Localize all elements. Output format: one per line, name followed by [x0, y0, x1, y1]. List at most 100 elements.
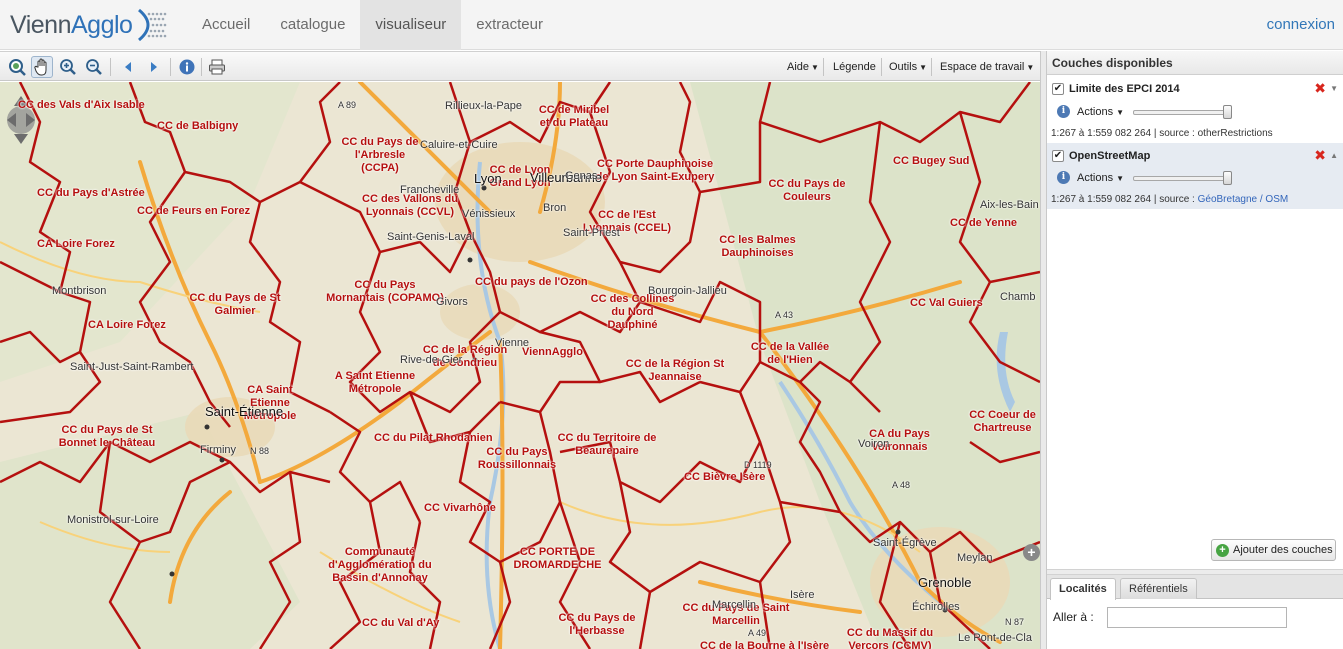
epci-label: CA Loire Forez: [37, 238, 115, 250]
map-toolbar: Aide ▼ Légende Outils ▼ Espace de travail ▼: [0, 51, 1040, 81]
epci-label: CC Bièvre Isère: [684, 471, 766, 483]
toolbar-separator: [881, 58, 882, 76]
epci-label: CC du Pays Mornantais (COPAMO): [326, 279, 444, 304]
city-label: Givors: [436, 296, 468, 308]
epci-label: CA Loire Forez: [88, 319, 166, 331]
layer-info-icon[interactable]: i: [1057, 171, 1070, 184]
epci-label: Communauté d'Agglomération du Bassin d'A…: [328, 546, 432, 584]
city-label: Vénissieux: [462, 208, 516, 220]
city-label: Marcellin: [712, 599, 757, 611]
layers-panel-title: Couches disponibles: [1047, 51, 1343, 75]
overview-toggle-icon[interactable]: +: [1023, 544, 1040, 561]
layer-item-epci: ✔ Limite des EPCI 2014 ✖ ▼ i Actions ▼ 1…: [1047, 76, 1343, 142]
epci-label: CC du Pays de Couleurs: [768, 178, 846, 203]
epci-label: CC Porte Dauphinoise de Lyon Saint-Exupe…: [595, 158, 715, 183]
add-layers-button[interactable]: + Ajouter des couches: [1211, 539, 1336, 561]
layer-actions-menu[interactable]: Actions ▼: [1077, 106, 1124, 118]
epci-label: CC du Massif du Vercors (CCMV): [846, 627, 934, 649]
layer-item-osm: ✔ OpenStreetMap ✖ ▲ i Actions ▼ 1:267 à …: [1047, 143, 1343, 209]
zoom-out-icon[interactable]: [83, 56, 105, 78]
city-label: Saint-Étienne: [205, 404, 284, 419]
road-label: D 1119: [744, 460, 772, 470]
layer-actions-menu[interactable]: Actions ▼: [1077, 172, 1124, 184]
toolbar-separator: [201, 58, 202, 76]
print-icon[interactable]: [206, 56, 228, 78]
epci-label: CC des Vals d'Aix Isable: [18, 99, 145, 111]
road-label: A 89: [338, 100, 357, 110]
epci-label: CC des Collines du Nord Dauphiné: [590, 293, 675, 331]
epci-label: CC du Pays de l'Arbresle (CCPA): [341, 136, 419, 174]
epci-label: CC du Pays de l'Herbasse: [558, 612, 636, 637]
opacity-slider-thumb[interactable]: [1223, 105, 1232, 119]
viennagglo-logo[interactable]: ViennAgglo: [10, 6, 169, 44]
epci-label: CC Val Guiers: [910, 297, 983, 309]
logo-text-part1: Vienn: [10, 10, 72, 39]
epci-label: CC du Val d'Ay: [362, 617, 440, 629]
nav-extracteur[interactable]: extracteur: [461, 0, 558, 50]
epci-label: CC de la Région St Jeannaise: [625, 358, 725, 383]
opacity-slider-thumb[interactable]: [1223, 171, 1232, 185]
city-label: Grenoble: [918, 575, 972, 590]
goto-input[interactable]: [1107, 607, 1287, 628]
legende-button[interactable]: Légende: [833, 52, 876, 82]
epci-label: CC de la Bourne à l'Isère: [700, 640, 830, 649]
city-label: Le Pont-de-Cla: [958, 632, 1032, 644]
layers-panel: Couches disponibles ✔ Limite des EPCI 20…: [1046, 51, 1343, 649]
zoom-extent-icon[interactable]: [6, 56, 28, 78]
epci-label: ViennAgglo: [522, 346, 583, 358]
layer-source-link[interactable]: GéoBretagne / OSM: [1198, 194, 1289, 205]
history-back-icon[interactable]: [117, 56, 139, 78]
espace-de-travail-menu[interactable]: Espace de travail ▼: [940, 52, 1034, 82]
bottom-tabs: Localités Référentiels: [1047, 575, 1343, 600]
epci-label: CC de Balbigny: [157, 120, 239, 132]
tab-localites[interactable]: Localités: [1050, 578, 1116, 600]
epci-label: A Saint Etienne Métropole: [334, 370, 416, 395]
epci-label: CC de Yenne: [950, 217, 1018, 229]
layer-opacity-slider[interactable]: [1133, 176, 1229, 181]
map-view[interactable]: CC des Vals d'Aix Isable CC de Balbigny …: [0, 82, 1040, 649]
epci-label: CC des Vallons du Lyonnais (CCVL): [362, 193, 458, 218]
logo-mark-icon: [138, 8, 167, 42]
layer-collapse-icon[interactable]: ▼: [1330, 84, 1338, 93]
zoom-in-icon[interactable]: [57, 56, 79, 78]
layer-name: Limite des EPCI 2014: [1069, 83, 1180, 95]
top-navigation-bar: ViennAgglo Accueil catalogue visualiseur…: [0, 0, 1343, 50]
remove-layer-icon[interactable]: ✖: [1314, 80, 1326, 97]
city-label: Saint-Genis-Laval: [387, 231, 475, 243]
info-icon[interactable]: [176, 56, 198, 78]
city-label: Chamb: [1000, 291, 1036, 303]
pan-hand-icon[interactable]: [31, 56, 53, 78]
toolbar-separator: [170, 58, 171, 76]
epci-label: CC de la Vallée de l'Hien: [750, 341, 830, 366]
road-label: A 49: [748, 628, 767, 638]
layer-name: OpenStreetMap: [1069, 150, 1151, 162]
layer-collapse-icon[interactable]: ▲: [1330, 151, 1338, 160]
city-label: Lyon: [474, 171, 502, 186]
city-label: Rillieux-la-Pape: [445, 100, 523, 112]
city-label: Voiron: [858, 438, 890, 450]
epci-label: CC de Miribel et du Plateau: [538, 104, 610, 129]
history-forward-icon[interactable]: [143, 56, 165, 78]
toolbar-separator: [110, 58, 111, 76]
layer-opacity-slider[interactable]: [1133, 110, 1229, 115]
layer-visibility-checkbox[interactable]: ✔: [1052, 150, 1064, 162]
epci-label: CC Bugey Sud: [893, 155, 970, 167]
aide-menu[interactable]: Aide ▼: [787, 52, 819, 82]
road-label: A 48: [892, 480, 911, 490]
city-label: Meylan: [957, 552, 993, 564]
epci-label: CC du Pays d'Astrée: [37, 187, 145, 199]
connexion-link[interactable]: connexion: [1267, 0, 1335, 50]
nav-catalogue[interactable]: catalogue: [265, 0, 360, 50]
city-label: Bourgoin-Jallieu: [648, 285, 727, 297]
remove-layer-icon[interactable]: ✖: [1314, 147, 1326, 164]
layer-info-icon[interactable]: i: [1057, 105, 1070, 118]
outils-menu[interactable]: Outils ▼: [889, 52, 927, 82]
logo-text-part2: Agglo: [71, 10, 133, 39]
layer-visibility-checkbox[interactable]: ✔: [1052, 83, 1064, 95]
nav-accueil[interactable]: Accueil: [187, 0, 265, 50]
city-label: Saint-Just-Saint-Rambert: [70, 361, 194, 373]
nav-visualiseur[interactable]: visualiseur: [360, 0, 462, 50]
city-label: Montbrison: [52, 285, 107, 297]
city-label: Monistrol-sur-Loire: [67, 514, 159, 526]
tab-referentiels[interactable]: Référentiels: [1120, 578, 1197, 599]
